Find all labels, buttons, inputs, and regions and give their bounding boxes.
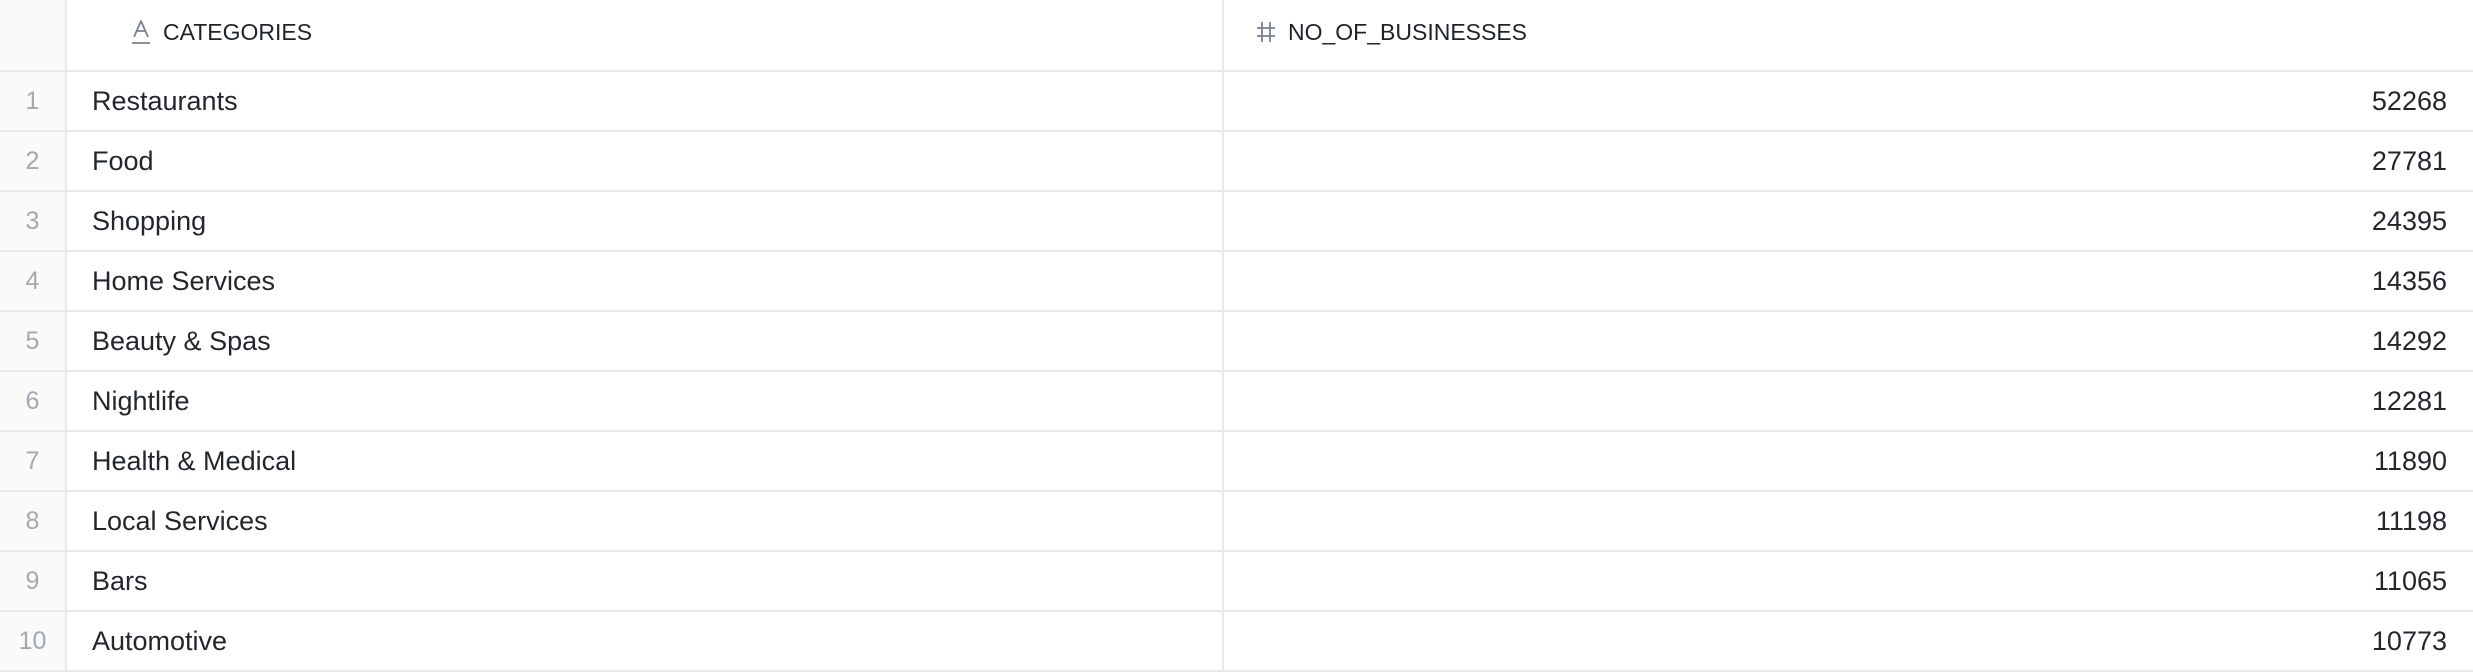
business-count-cell[interactable]: 10773 [1223, 611, 2473, 672]
results-grid: CATEGORIES NO_OF_BUSINESSES 1 Restaurant… [0, 0, 2473, 672]
column-header-label: NO_OF_BUSINESSES [1288, 18, 1528, 45]
table-row[interactable]: 9 Bars 11065 [0, 551, 2473, 612]
table-row[interactable]: 1 Restaurants 52268 [0, 71, 2473, 132]
business-count-cell[interactable]: 27781 [1223, 131, 2473, 192]
category-cell[interactable]: Home Services [66, 251, 1224, 312]
row-index: 5 [0, 311, 67, 372]
business-count-cell[interactable]: 12281 [1223, 371, 2473, 432]
row-index: 10 [0, 611, 67, 672]
row-index: 3 [0, 191, 67, 252]
table-row[interactable]: 4 Home Services 14356 [0, 251, 2473, 312]
row-index: 1 [0, 71, 67, 132]
business-count-cell[interactable]: 24395 [1223, 191, 2473, 252]
text-type-icon [129, 18, 153, 46]
row-index: 2 [0, 131, 67, 192]
business-count-cell[interactable]: 11198 [1223, 491, 2473, 552]
table-row[interactable]: 8 Local Services 11198 [0, 491, 2473, 552]
table-row[interactable]: 6 Nightlife 12281 [0, 371, 2473, 432]
row-index: 9 [0, 551, 67, 612]
column-header-categories[interactable]: CATEGORIES [66, 0, 1224, 72]
category-cell[interactable]: Food [66, 131, 1224, 192]
header-row: CATEGORIES NO_OF_BUSINESSES [0, 0, 2473, 72]
table-row[interactable]: 3 Shopping 24395 [0, 191, 2473, 252]
column-header-label: CATEGORIES [163, 18, 313, 45]
business-count-cell[interactable]: 11065 [1223, 551, 2473, 612]
category-cell[interactable]: Shopping [66, 191, 1224, 252]
table-row[interactable]: 10 Automotive 10773 [0, 611, 2473, 672]
category-cell[interactable]: Bars [66, 551, 1224, 612]
business-count-cell[interactable]: 14292 [1223, 311, 2473, 372]
column-header-no-of-businesses[interactable]: NO_OF_BUSINESSES [1223, 0, 2473, 72]
category-cell[interactable]: Restaurants [66, 71, 1224, 132]
category-cell[interactable]: Health & Medical [66, 431, 1224, 492]
category-cell[interactable]: Beauty & Spas [66, 311, 1224, 372]
business-count-cell[interactable]: 11890 [1223, 431, 2473, 492]
table-row[interactable]: 5 Beauty & Spas 14292 [0, 311, 2473, 372]
business-count-cell[interactable]: 52268 [1223, 71, 2473, 132]
row-index: 6 [0, 371, 67, 432]
table-row[interactable]: 2 Food 27781 [0, 131, 2473, 192]
row-index: 4 [0, 251, 67, 312]
category-cell[interactable]: Nightlife [66, 371, 1224, 432]
category-cell[interactable]: Automotive [66, 611, 1224, 672]
business-count-cell[interactable]: 14356 [1223, 251, 2473, 312]
row-index: 7 [0, 431, 67, 492]
category-cell[interactable]: Local Services [66, 491, 1224, 552]
row-index: 8 [0, 491, 67, 552]
number-type-icon [1254, 18, 1278, 46]
table-row[interactable]: 7 Health & Medical 11890 [0, 431, 2473, 492]
row-index-header [0, 0, 67, 72]
